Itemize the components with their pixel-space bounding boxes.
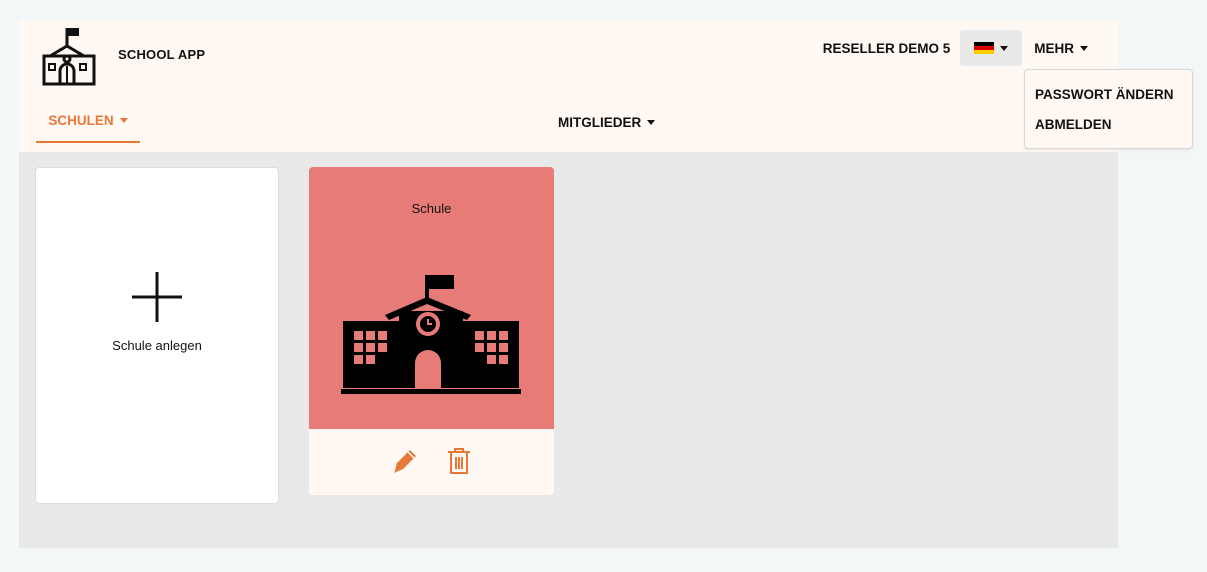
tab-mitglieder-label: MITGLIEDER <box>558 114 642 130</box>
school-name: Schule <box>411 201 452 216</box>
pencil-icon[interactable] <box>391 447 419 475</box>
school-building-icon <box>341 275 521 394</box>
more-menu-toggle[interactable]: MEHR <box>1034 41 1088 56</box>
school-building-icon[interactable] <box>40 26 98 86</box>
de-flag-icon <box>974 42 995 54</box>
create-school-card[interactable]: Schule anlegen <box>35 167 279 504</box>
flag-stripe-gold <box>974 50 995 54</box>
chevron-down-icon <box>119 118 128 123</box>
school-card: Schule <box>309 167 554 495</box>
app-container: SCHOOL APP RESELLER DEMO 5 MEHR SCHULEN … <box>19 20 1118 548</box>
tab-mitglieder[interactable]: MITGLIEDER <box>558 104 656 140</box>
reseller-name: RESELLER DEMO 5 <box>822 40 951 56</box>
school-card-actions <box>309 429 554 495</box>
trash-icon[interactable] <box>447 447 471 475</box>
app-title: SCHOOL APP <box>118 47 206 62</box>
plus-icon <box>132 272 182 322</box>
more-menu-label: MEHR <box>1034 40 1074 56</box>
chevron-down-icon <box>1080 45 1088 51</box>
header: SCHOOL APP RESELLER DEMO 5 MEHR SCHULEN … <box>19 20 1118 152</box>
chevron-down-icon <box>647 119 656 125</box>
tab-schulen[interactable]: SCHULEN <box>36 104 140 143</box>
header-right: RESELLER DEMO 5 MEHR <box>823 30 1088 66</box>
menu-item-logout[interactable]: ABMELDEN <box>1035 117 1112 132</box>
more-menu-dropdown: PASSWORT ÄNDERN ABMELDEN <box>1024 69 1193 149</box>
language-selector[interactable] <box>960 30 1023 66</box>
chevron-down-icon <box>1000 45 1009 51</box>
create-school-label: Schule anlegen <box>112 338 202 353</box>
tab-schulen-label: SCHULEN <box>48 113 114 128</box>
menu-item-change-password[interactable]: PASSWORT ÄNDERN <box>1035 87 1174 102</box>
school-card-body[interactable]: Schule <box>309 167 554 429</box>
